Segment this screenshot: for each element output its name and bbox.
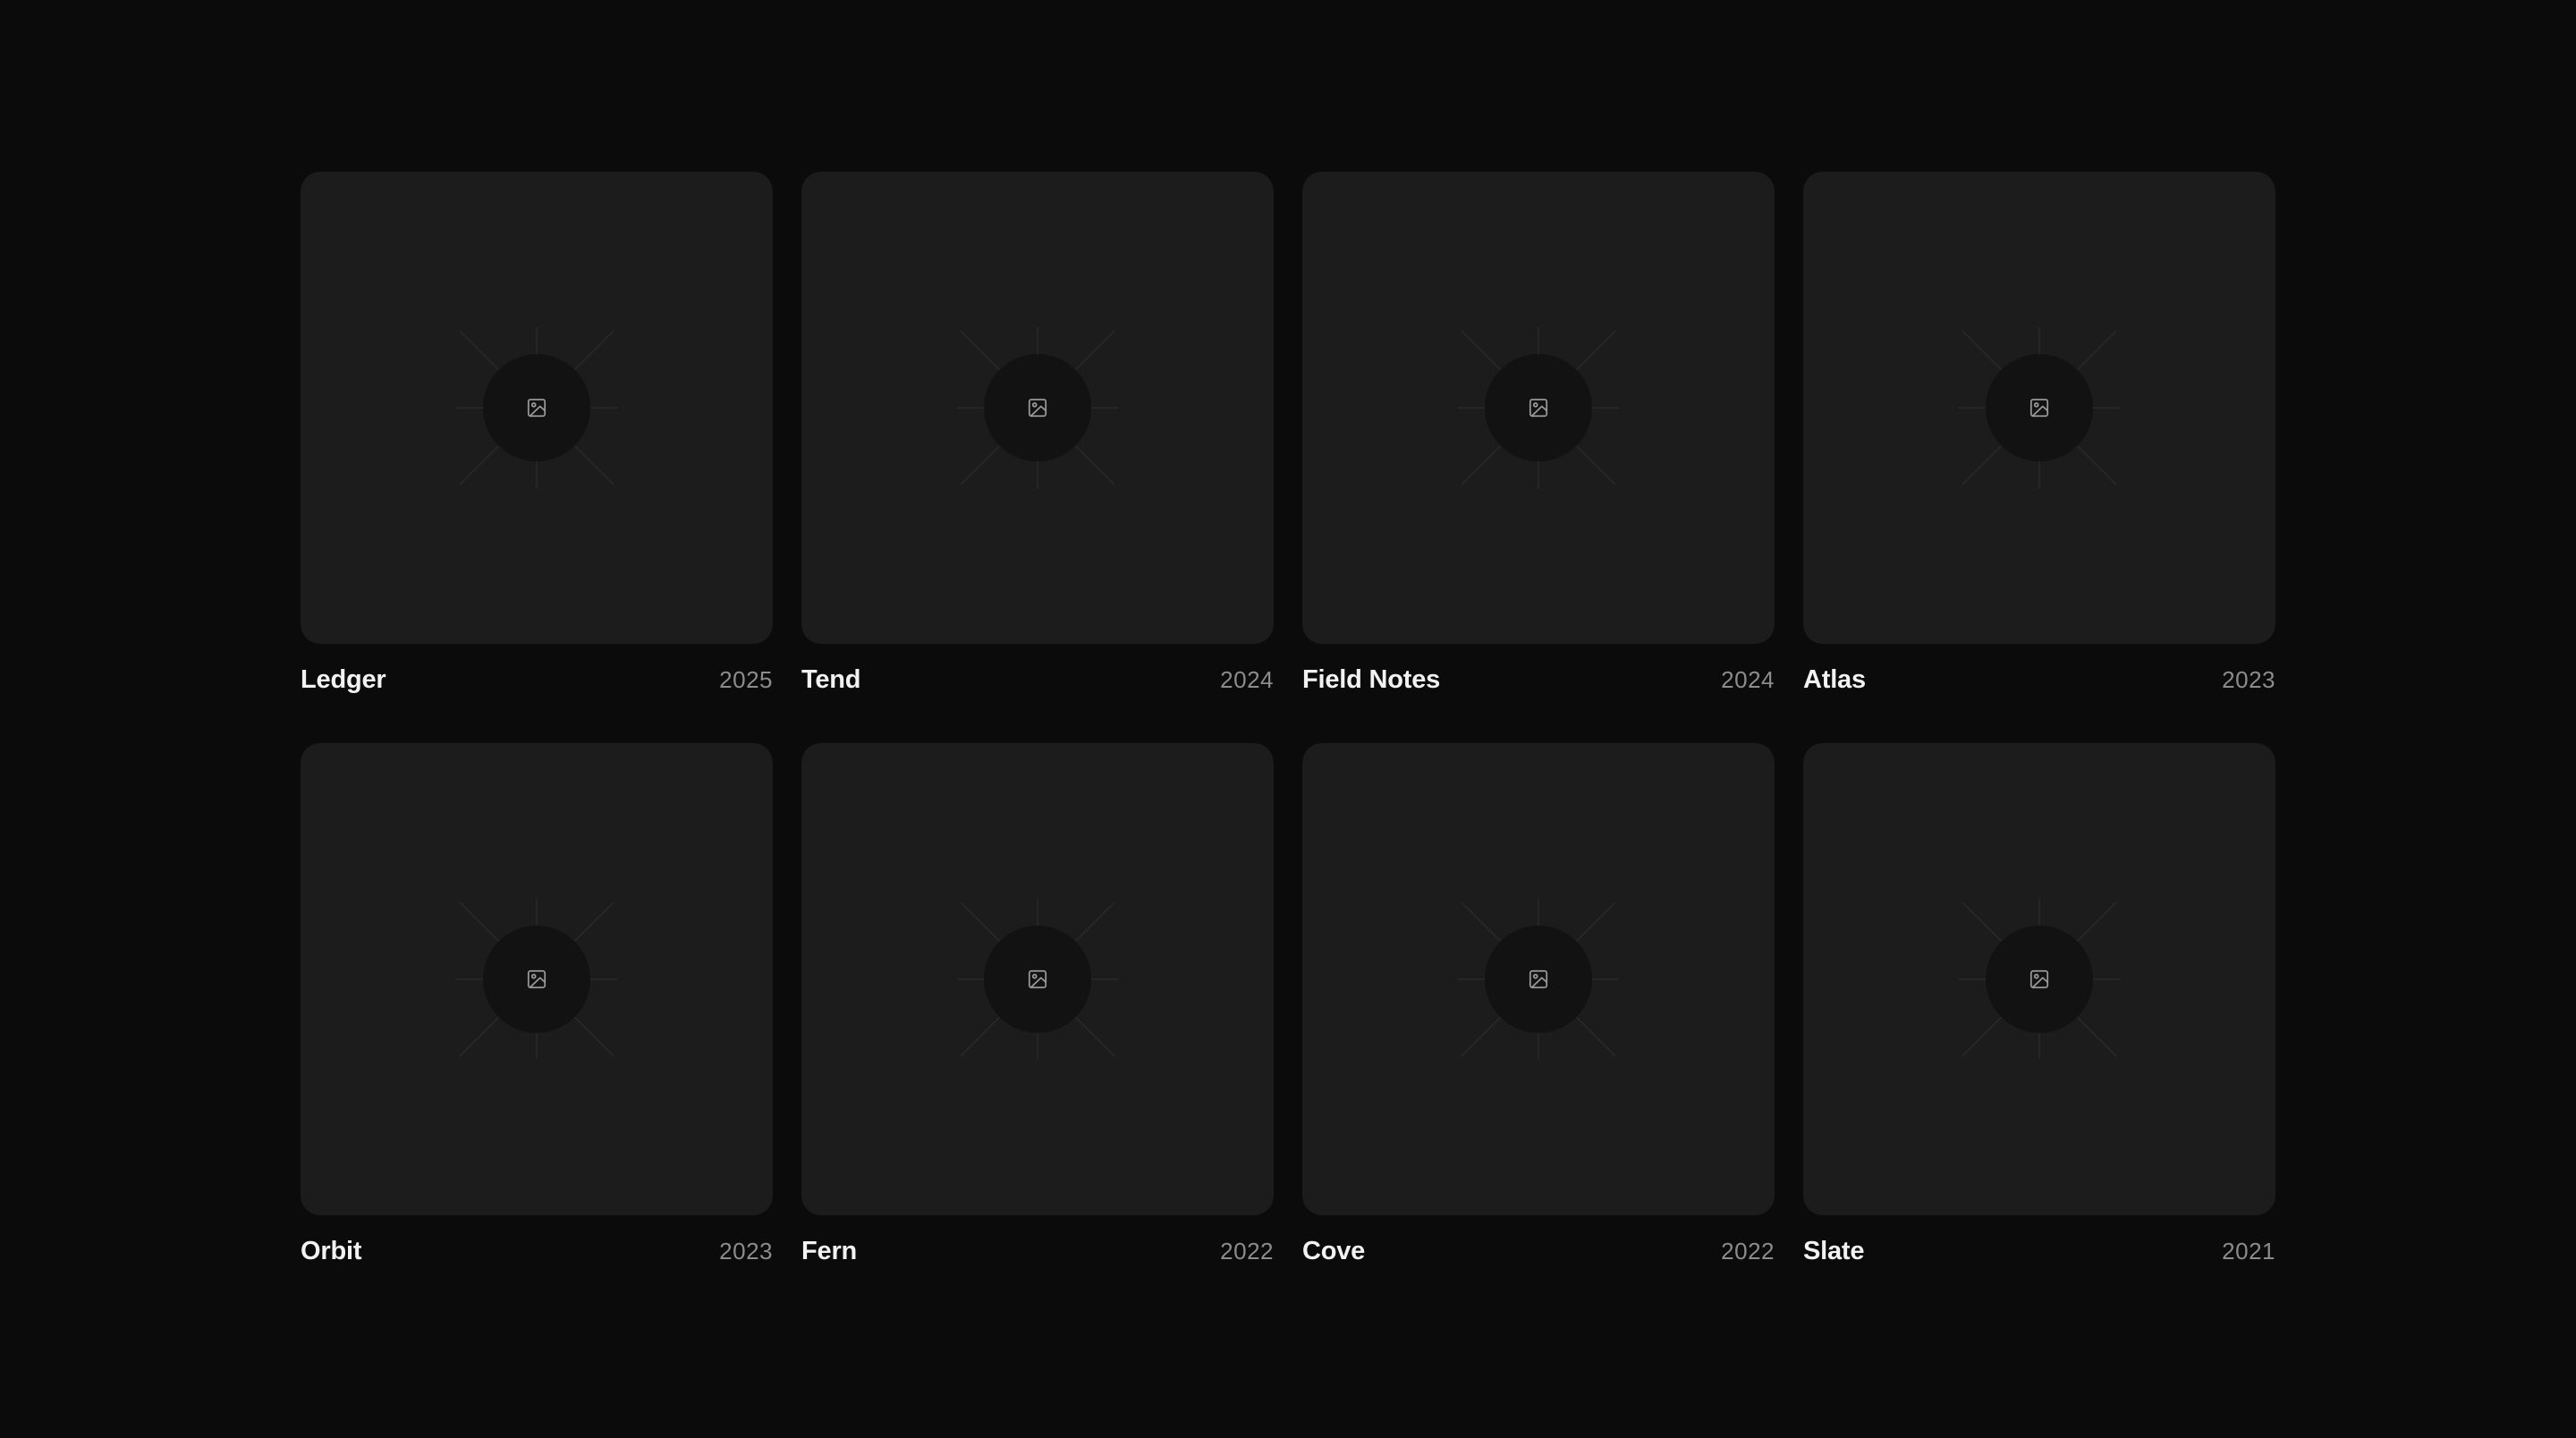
project-title[interactable]: Tend <box>801 665 861 695</box>
image-icon <box>2029 398 2049 418</box>
project-year: 2025 <box>719 666 773 693</box>
project-card[interactable]: Cove 2022 <box>1302 743 1775 1267</box>
image-icon <box>2029 969 2049 989</box>
project-card[interactable]: Fern 2022 <box>801 743 1274 1267</box>
image-icon <box>1028 969 1047 989</box>
project-card[interactable]: Atlas 2023 <box>1803 172 2275 696</box>
image-placeholder <box>483 354 590 461</box>
project-year: 2022 <box>1220 1238 1274 1265</box>
project-thumbnail[interactable] <box>801 172 1274 644</box>
project-thumbnail[interactable] <box>301 172 773 644</box>
project-thumbnail[interactable] <box>1302 743 1775 1215</box>
image-icon <box>1529 398 1548 418</box>
image-placeholder <box>1986 926 2093 1033</box>
project-title[interactable]: Cove <box>1302 1237 1365 1266</box>
image-placeholder <box>1986 354 2093 461</box>
project-caption: Atlas 2023 <box>1803 665 2275 696</box>
image-placeholder <box>1485 354 1592 461</box>
project-thumbnail[interactable] <box>1803 743 2275 1215</box>
image-icon <box>527 398 547 418</box>
project-card[interactable]: Slate 2021 <box>1803 743 2275 1267</box>
project-thumbnail[interactable] <box>1803 172 2275 644</box>
project-title[interactable]: Field Notes <box>1302 665 1440 695</box>
project-year: 2024 <box>1721 666 1775 693</box>
project-card[interactable]: Tend 2024 <box>801 172 1274 696</box>
project-year: 2023 <box>719 1238 773 1265</box>
project-title[interactable]: Atlas <box>1803 665 1866 695</box>
image-icon <box>1529 969 1548 989</box>
project-year: 2023 <box>2222 666 2275 693</box>
project-grid: Ledger 2025 Tend 2024 Field Notes 2024 A… <box>301 172 2275 1267</box>
project-year: 2024 <box>1220 666 1274 693</box>
project-title[interactable]: Slate <box>1803 1237 1865 1266</box>
project-caption: Tend 2024 <box>801 665 1274 696</box>
project-caption: Orbit 2023 <box>301 1237 773 1267</box>
project-caption: Cove 2022 <box>1302 1237 1775 1267</box>
project-title[interactable]: Fern <box>801 1237 857 1266</box>
project-card[interactable]: Field Notes 2024 <box>1302 172 1775 696</box>
project-caption: Ledger 2025 <box>301 665 773 696</box>
image-icon <box>1028 398 1047 418</box>
project-card[interactable]: Ledger 2025 <box>301 172 773 696</box>
image-placeholder <box>483 926 590 1033</box>
project-thumbnail[interactable] <box>301 743 773 1215</box>
image-placeholder <box>1485 926 1592 1033</box>
project-card[interactable]: Orbit 2023 <box>301 743 773 1267</box>
project-title[interactable]: Ledger <box>301 665 386 695</box>
project-title[interactable]: Orbit <box>301 1237 361 1266</box>
project-caption: Field Notes 2024 <box>1302 665 1775 696</box>
project-caption: Slate 2021 <box>1803 1237 2275 1267</box>
project-thumbnail[interactable] <box>801 743 1274 1215</box>
image-icon <box>527 969 547 989</box>
project-caption: Fern 2022 <box>801 1237 1274 1267</box>
image-placeholder <box>984 354 1091 461</box>
image-placeholder <box>984 926 1091 1033</box>
project-year: 2021 <box>2222 1238 2275 1265</box>
project-year: 2022 <box>1721 1238 1775 1265</box>
project-thumbnail[interactable] <box>1302 172 1775 644</box>
